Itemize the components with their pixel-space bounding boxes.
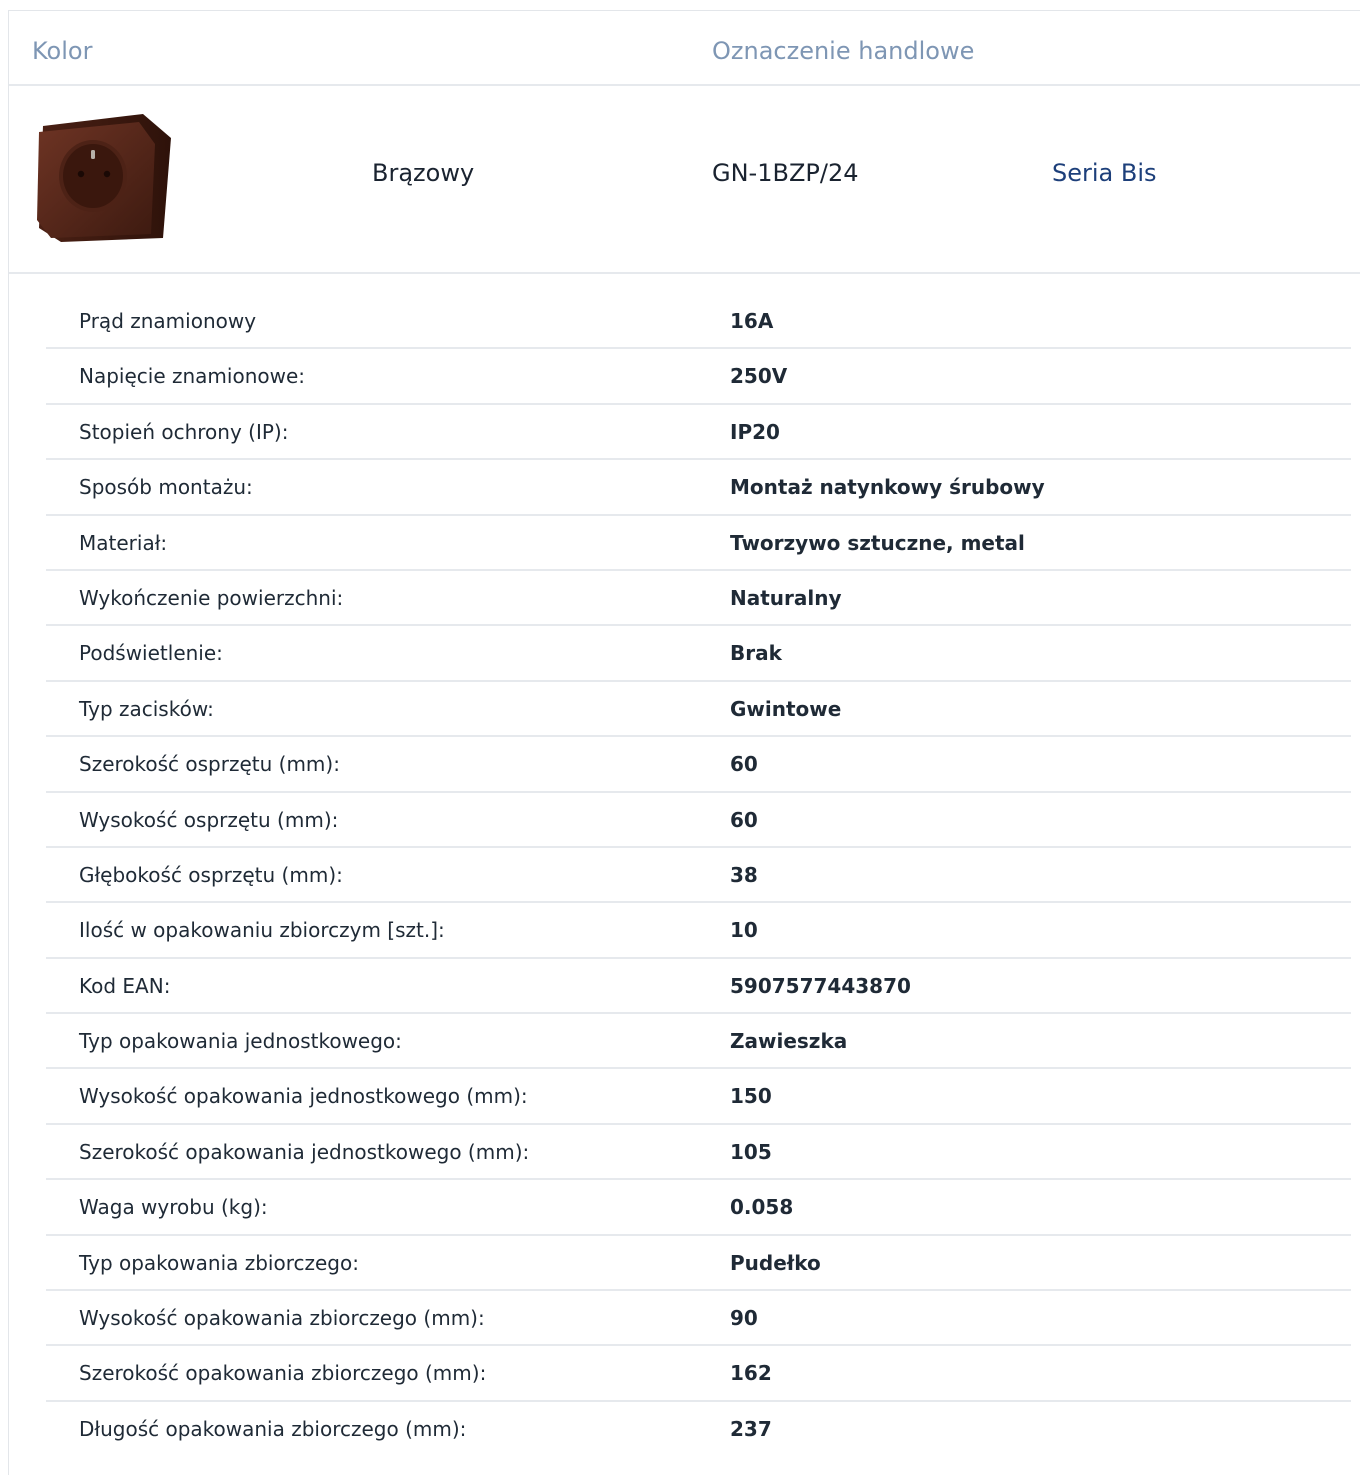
spec-row: Napięcie znamionowe: 250V [46, 349, 1351, 405]
spec-row: Typ zacisków: Gwintowe [46, 682, 1351, 738]
spec-label: Wysokość osprzętu (mm): [79, 807, 339, 832]
spec-value: 38 [730, 862, 758, 887]
spec-value: 60 [730, 752, 758, 777]
spec-label: Stopień ochrony (IP): [79, 419, 289, 444]
spec-value: Brak [730, 641, 782, 666]
product-row: Brązowy GN-1BZP/24 Seria Bis [9, 86, 1360, 274]
spec-label: Szerokość opakowania jednostkowego (mm): [79, 1139, 530, 1164]
spec-label: Napięcie znamionowe: [79, 364, 306, 389]
series-link[interactable]: Seria Bis [1052, 159, 1157, 187]
spec-label: Typ opakowania jednostkowego: [79, 1029, 402, 1054]
spec-row: Sposób montażu: Montaż natynkowy śrubowy [46, 460, 1351, 516]
spec-row: Typ opakowania jednostkowego: Zawieszka [46, 1014, 1351, 1070]
column-header-color: Kolor [32, 37, 93, 65]
spec-value: 105 [730, 1139, 772, 1164]
spec-row: Stopień ochrony (IP): IP20 [46, 405, 1351, 461]
spec-row: Materiał: Tworzywo sztuczne, metal [46, 516, 1351, 571]
spec-value: 150 [730, 1084, 772, 1109]
spec-label: Wysokość opakowania zbiorczego (mm): [79, 1306, 485, 1331]
spec-value: 237 [730, 1416, 772, 1441]
spec-value: 0.058 [730, 1195, 794, 1220]
spec-row: Szerokość osprzętu (mm): 60 [46, 737, 1351, 793]
spec-label: Sposób montażu: [79, 475, 253, 500]
column-header-trade-name: Oznaczenie handlowe [712, 37, 975, 65]
spec-row: Podświetlenie: Brak [46, 626, 1351, 682]
spec-row: Waga wyrobu (kg): 0.058 [46, 1180, 1351, 1236]
spec-row: Wysokość opakowania jednostkowego (mm): 1… [46, 1069, 1351, 1125]
product-code: GN-1BZP/24 [712, 159, 859, 187]
spec-value: 250V [730, 364, 788, 389]
spec-label: Wysokość opakowania jednostkowego (mm): [79, 1084, 528, 1109]
spec-row: Długość opakowania zbiorczego (mm): 237 [46, 1402, 1351, 1457]
spec-value: Naturalny [730, 585, 842, 610]
spec-value: 60 [730, 807, 758, 832]
spec-value: 5907577443870 [730, 973, 911, 998]
product-color-name: Brązowy [372, 159, 475, 187]
spec-label: Prąd znamionowy [79, 309, 257, 333]
spec-row: Wysokość opakowania zbiorczego (mm): 90 [46, 1291, 1351, 1347]
spec-label: Wykończenie powierzchni: [79, 585, 344, 610]
spec-label: Długość opakowania zbiorczego (mm): [79, 1416, 467, 1441]
spec-row: Kod EAN: 5907577443870 [46, 959, 1351, 1015]
spec-value: IP20 [730, 419, 780, 444]
spec-label: Głębokość osprzętu (mm): [79, 862, 343, 887]
spec-row: Typ opakowania zbiorczego: Pudełko [46, 1236, 1351, 1292]
product-table: Kolor Oznaczenie handlowe Brązowy GN-1BZ… [8, 10, 1360, 1475]
spec-value: 10 [730, 918, 758, 943]
spec-label: Podświetlenie: [79, 641, 223, 666]
spec-value: Montaż natynkowy śrubowy [730, 475, 1045, 500]
spec-value: Zawieszka [730, 1029, 848, 1054]
spec-row: Wysokość osprzętu (mm): 60 [46, 793, 1351, 848]
spec-row: Ilość w opakowaniu zbiorczym [szt.]: 10 [46, 903, 1351, 959]
table-header: Kolor Oznaczenie handlowe [9, 11, 1360, 86]
spec-label: Szerokość osprzętu (mm): [79, 752, 340, 777]
spec-label: Kod EAN: [79, 973, 171, 998]
spec-label: Typ opakowania zbiorczego: [79, 1250, 359, 1275]
spec-table: Prąd znamionowy 16A Napięcie znamionowe: 25… [46, 294, 1351, 1457]
spec-value: Gwintowe [730, 696, 842, 721]
spec-row: Wykończenie powierzchni: Naturalny [46, 571, 1351, 627]
spec-value: 90 [730, 1306, 758, 1331]
socket-image [31, 110, 171, 244]
spec-value: 162 [730, 1361, 772, 1386]
spec-value: Tworzywo sztuczne, metal [730, 530, 1025, 555]
spec-label: Typ zacisków: [79, 696, 214, 721]
spec-label: Materiał: [79, 530, 168, 555]
spec-row: Szerokość opakowania jednostkowego (mm):… [46, 1125, 1351, 1181]
spec-label: Ilość w opakowaniu zbiorczym [szt.]: [79, 918, 445, 943]
spec-value: 16A [730, 309, 774, 333]
spec-label: Szerokość opakowania zbiorczego (mm): [79, 1361, 487, 1386]
spec-label: Waga wyrobu (kg): [79, 1195, 268, 1220]
spec-row: Szerokość opakowania zbiorczego (mm): 162 [46, 1346, 1351, 1402]
spec-row: Prąd znamionowy 16A [46, 294, 1351, 350]
spec-row: Głębokość osprzętu (mm): 38 [46, 848, 1351, 904]
spec-value: Pudełko [730, 1250, 821, 1275]
